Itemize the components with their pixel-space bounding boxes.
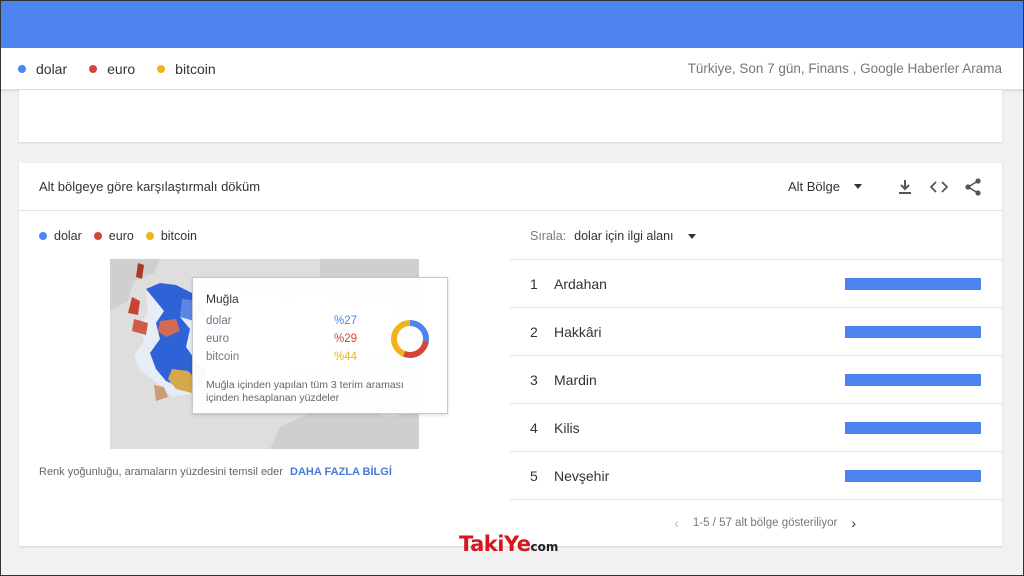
sort-control: Sırala: dolar için ilgi alanı (530, 229, 696, 243)
legend-label: dolar (54, 229, 82, 243)
interest-bar (845, 421, 981, 434)
subregion-name: Hakkâri (554, 323, 602, 340)
euro-color-dot (89, 64, 98, 73)
subregion-name: Nevşehir (554, 467, 610, 484)
subregion-name: Ardahan (554, 275, 607, 292)
watermark-suffix: com (530, 540, 559, 554)
rank-number: 5 (530, 467, 538, 484)
legend-label: bitcoin (160, 229, 197, 243)
interest-bar (845, 373, 981, 386)
chevron-left-icon[interactable]: ‹ (674, 515, 679, 531)
term-share-donut (391, 320, 429, 358)
rank-number: 2 (530, 323, 538, 340)
card-header-actions: Alt Bölge (788, 177, 982, 196)
legend-label: euro (107, 60, 136, 77)
legend-item-dolar[interactable]: dolar (18, 61, 67, 77)
subregion-name: Mardin (554, 371, 597, 388)
watermark-brand: TakiYe (459, 532, 531, 556)
ranking-row[interactable]: 4 Kilis (510, 403, 1002, 451)
rank-number: 3 (530, 371, 538, 388)
tooltip-region-name: Muğla (206, 292, 239, 306)
rank-number: 1 (530, 275, 538, 292)
embed-code-icon[interactable] (930, 178, 948, 196)
caret-down-icon (854, 184, 862, 189)
map-legend-euro: euro (93, 229, 134, 243)
tooltip-term: euro (206, 333, 230, 345)
interest-bar (845, 277, 981, 290)
ranking-row[interactable]: 1 Ardahan (510, 259, 1002, 307)
tooltip-value: %29 (334, 333, 358, 345)
ranking-row[interactable]: 5 Nevşehir (510, 451, 1002, 499)
tooltip-term: dolar (206, 315, 232, 327)
tooltip-value: %44 (334, 351, 358, 363)
sort-dropdown-value[interactable]: dolar için ilgi alanı (574, 229, 673, 243)
map-legend-dolar: dolar (39, 229, 82, 243)
tooltip-term: bitcoin (206, 351, 240, 363)
subregion-breakdown-card: Alt bölgeye göre karşılaştırmalı döküm A… (19, 163, 1002, 546)
legend-item-bitcoin[interactable]: bitcoin (157, 60, 216, 77)
map-legend: dolar euro bitcoin (39, 229, 209, 243)
share-icon[interactable] (964, 177, 982, 196)
interest-bar (845, 469, 981, 482)
subregion-ranking-list: 1 Ardahan 2 Hakkâri 3 Mardin 4 Kilis 5 Nevşehir (510, 259, 1002, 499)
footnote-text: Renk yoğunluğu, aramaların yüzdesini tem… (39, 466, 283, 478)
interest-bar (845, 325, 981, 338)
term-legend-bar: dolar euro bitcoin Türkiye, Son 7 gün, F… (0, 48, 1024, 90)
card-header: Alt bölgeye göre karşılaştırmalı döküm A… (19, 163, 1002, 211)
ranking-row[interactable]: 3 Mardin (510, 355, 1002, 403)
bitcoin-color-dot (145, 232, 154, 240)
caret-down-icon[interactable] (687, 233, 696, 239)
legend-item-euro[interactable]: euro (89, 61, 135, 77)
rank-number: 4 (530, 419, 538, 436)
legend-label: euro (108, 229, 134, 243)
tooltip-note: Muğla içinden yapılan tüm 3 terim aramas… (206, 379, 404, 404)
color-intensity-note: Renk yoğunluğu, aramaların yüzdesini tem… (39, 466, 392, 478)
region-level-label: Alt Bölge (787, 179, 840, 194)
site-watermark-logo: TakiYecom (459, 532, 558, 556)
pagination: ‹ 1-5 / 57 alt bölge gösteriliyor › (510, 499, 1002, 546)
top-app-bar (0, 0, 1024, 48)
map-legend-bitcoin: bitcoin (145, 229, 197, 243)
previous-card (19, 90, 1002, 142)
bitcoin-color-dot (157, 64, 166, 73)
region-level-dropdown[interactable]: Alt Bölge (788, 179, 862, 194)
pagination-status: 1-5 / 57 alt bölge gösteriliyor (692, 517, 838, 529)
learn-more-link[interactable]: DAHA FAZLA BİLGİ (290, 466, 392, 478)
download-icon[interactable] (896, 178, 914, 196)
legend-label: bitcoin (175, 60, 216, 77)
subregion-name: Kilis (554, 419, 580, 436)
legend-label: dolar (36, 60, 68, 77)
ranking-row[interactable]: 2 Hakkâri (510, 307, 1002, 355)
dolar-color-dot (39, 232, 47, 240)
dolar-color-dot (18, 64, 26, 73)
card-title: Alt bölgeye göre karşılaştırmalı döküm (39, 179, 261, 194)
tooltip-value: %27 (334, 315, 358, 327)
chevron-right-icon[interactable]: › (851, 515, 856, 531)
filter-summary[interactable]: Türkiye, Son 7 gün, Finans , Google Habe… (688, 61, 1002, 76)
euro-color-dot (93, 232, 102, 240)
map-region-tooltip: Muğla dolar %27 euro %29 bitcoin %44 Muğ… (192, 277, 448, 414)
sort-label: Sırala: (530, 229, 567, 243)
